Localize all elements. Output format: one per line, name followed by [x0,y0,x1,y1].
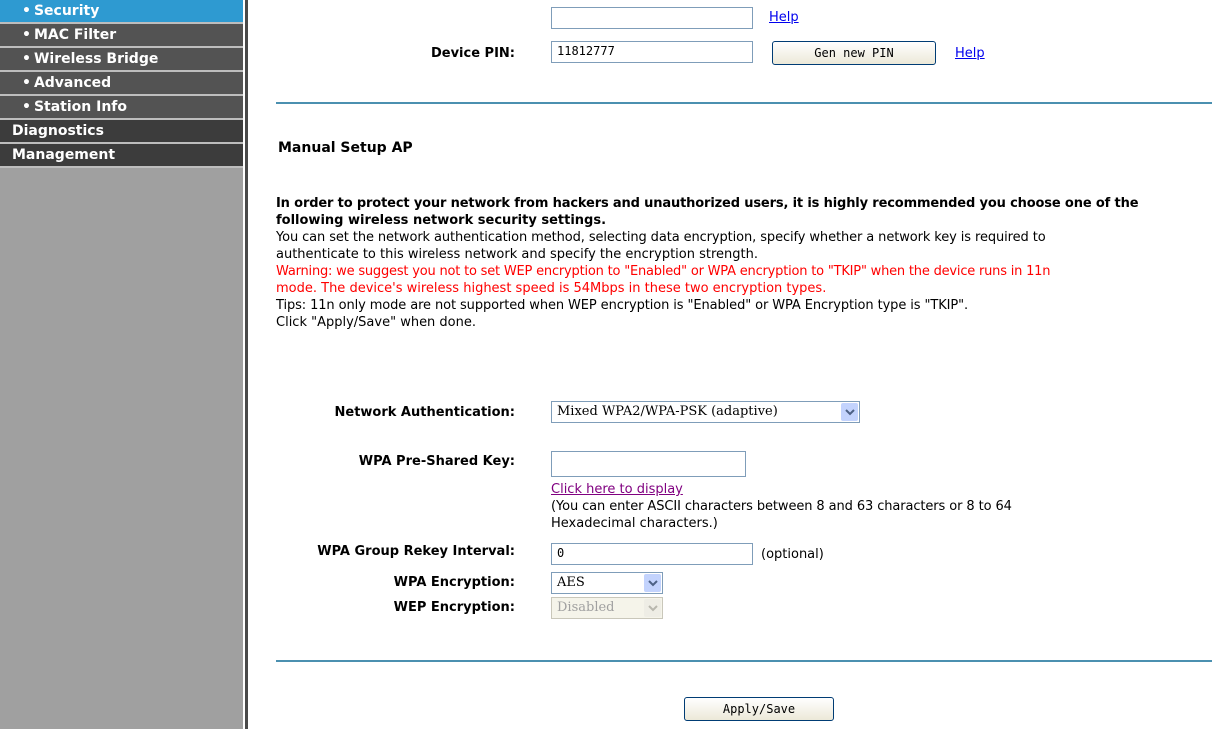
sidebar-item-label: Station Info [33,99,128,115]
network-authentication-label: Network Authentication: [334,405,516,420]
page-title: Manual Setup AP [278,140,413,156]
selected-value: AES [557,575,585,590]
bullet-icon: • [22,27,31,43]
sidebar-item-advanced[interactable]: • Advanced [0,72,243,96]
sidebar-item-diagnostics[interactable]: Diagnostics [0,120,243,144]
bullet-icon: • [22,3,31,19]
bullet-icon: • [22,75,31,91]
rekey-interval-input[interactable]: 0 [551,543,753,565]
click-to-display-link[interactable]: Click here to display [551,482,683,497]
rekey-interval-label: WPA Group Rekey Interval: [317,544,515,559]
warning-text: Warning: we suggest you not to set WEP e… [276,264,1051,279]
help-link[interactable]: Help [955,46,985,61]
bullet-icon: • [22,51,31,67]
psk-hint-text: Hexadecimal characters.) [551,516,718,531]
wps-pin-input[interactable] [551,7,753,29]
section-divider [276,660,1212,662]
section-divider [276,102,1212,104]
device-pin-field[interactable]: 11812777 [551,41,753,63]
device-pin-label: Device PIN: [430,46,515,61]
tips-text: Tips: 11n only mode are not supported wh… [276,298,969,313]
wep-encryption-label: WEP Encryption: [393,600,515,615]
sidebar-item-label: Management [12,147,116,163]
sidebar-item-station-info[interactable]: • Station Info [0,96,243,120]
optional-text: (optional) [761,547,824,562]
wpa-encryption-select[interactable]: AES [551,572,663,594]
network-authentication-select[interactable]: Mixed WPA2/WPA-PSK (adaptive) [551,401,860,423]
chevron-down-icon [644,599,661,617]
help-link[interactable]: Help [769,10,799,25]
selected-value: Disabled [557,600,615,615]
instruction-text: Click "Apply/Save" when done. [276,315,477,330]
sidebar-divider-dark [245,0,248,729]
wep-encryption-select: Disabled [551,597,663,619]
psk-hint-text: (You can enter ASCII characters between … [551,499,1012,514]
description-text: You can set the network authentication m… [276,230,1046,245]
sidebar-item-wireless-bridge[interactable]: • Wireless Bridge [0,48,243,72]
sidebar-item-security[interactable]: • Security [0,0,243,24]
sidebar-item-label: Security [33,3,100,19]
intro-text: In order to protect your network from ha… [276,196,1139,211]
intro-text: following wireless network security sett… [276,213,607,228]
gen-new-pin-button[interactable]: Gen new PIN [772,41,936,65]
wpa-psk-label: WPA Pre-Shared Key: [358,454,515,469]
sidebar-item-management[interactable]: Management [0,144,243,168]
sidebar-item-label: MAC Filter [33,27,117,43]
apply-save-button[interactable]: Apply/Save [684,697,834,721]
sidebar-item-mac-filter[interactable]: • MAC Filter [0,24,243,48]
sidebar-item-label: Diagnostics [12,123,104,139]
description-text: authenticate to this wireless network an… [276,247,758,262]
sidebar-item-label: Advanced [33,75,112,91]
chevron-down-icon[interactable] [841,403,858,421]
wpa-psk-input[interactable] [551,451,746,477]
sidebar-item-label: Wireless Bridge [33,51,159,67]
selected-value: Mixed WPA2/WPA-PSK (adaptive) [557,404,778,419]
chevron-down-icon[interactable] [644,574,661,592]
bullet-icon: • [22,99,31,115]
warning-text: mode. The device's wireless highest spee… [276,281,827,296]
wpa-encryption-label: WPA Encryption: [393,575,515,590]
